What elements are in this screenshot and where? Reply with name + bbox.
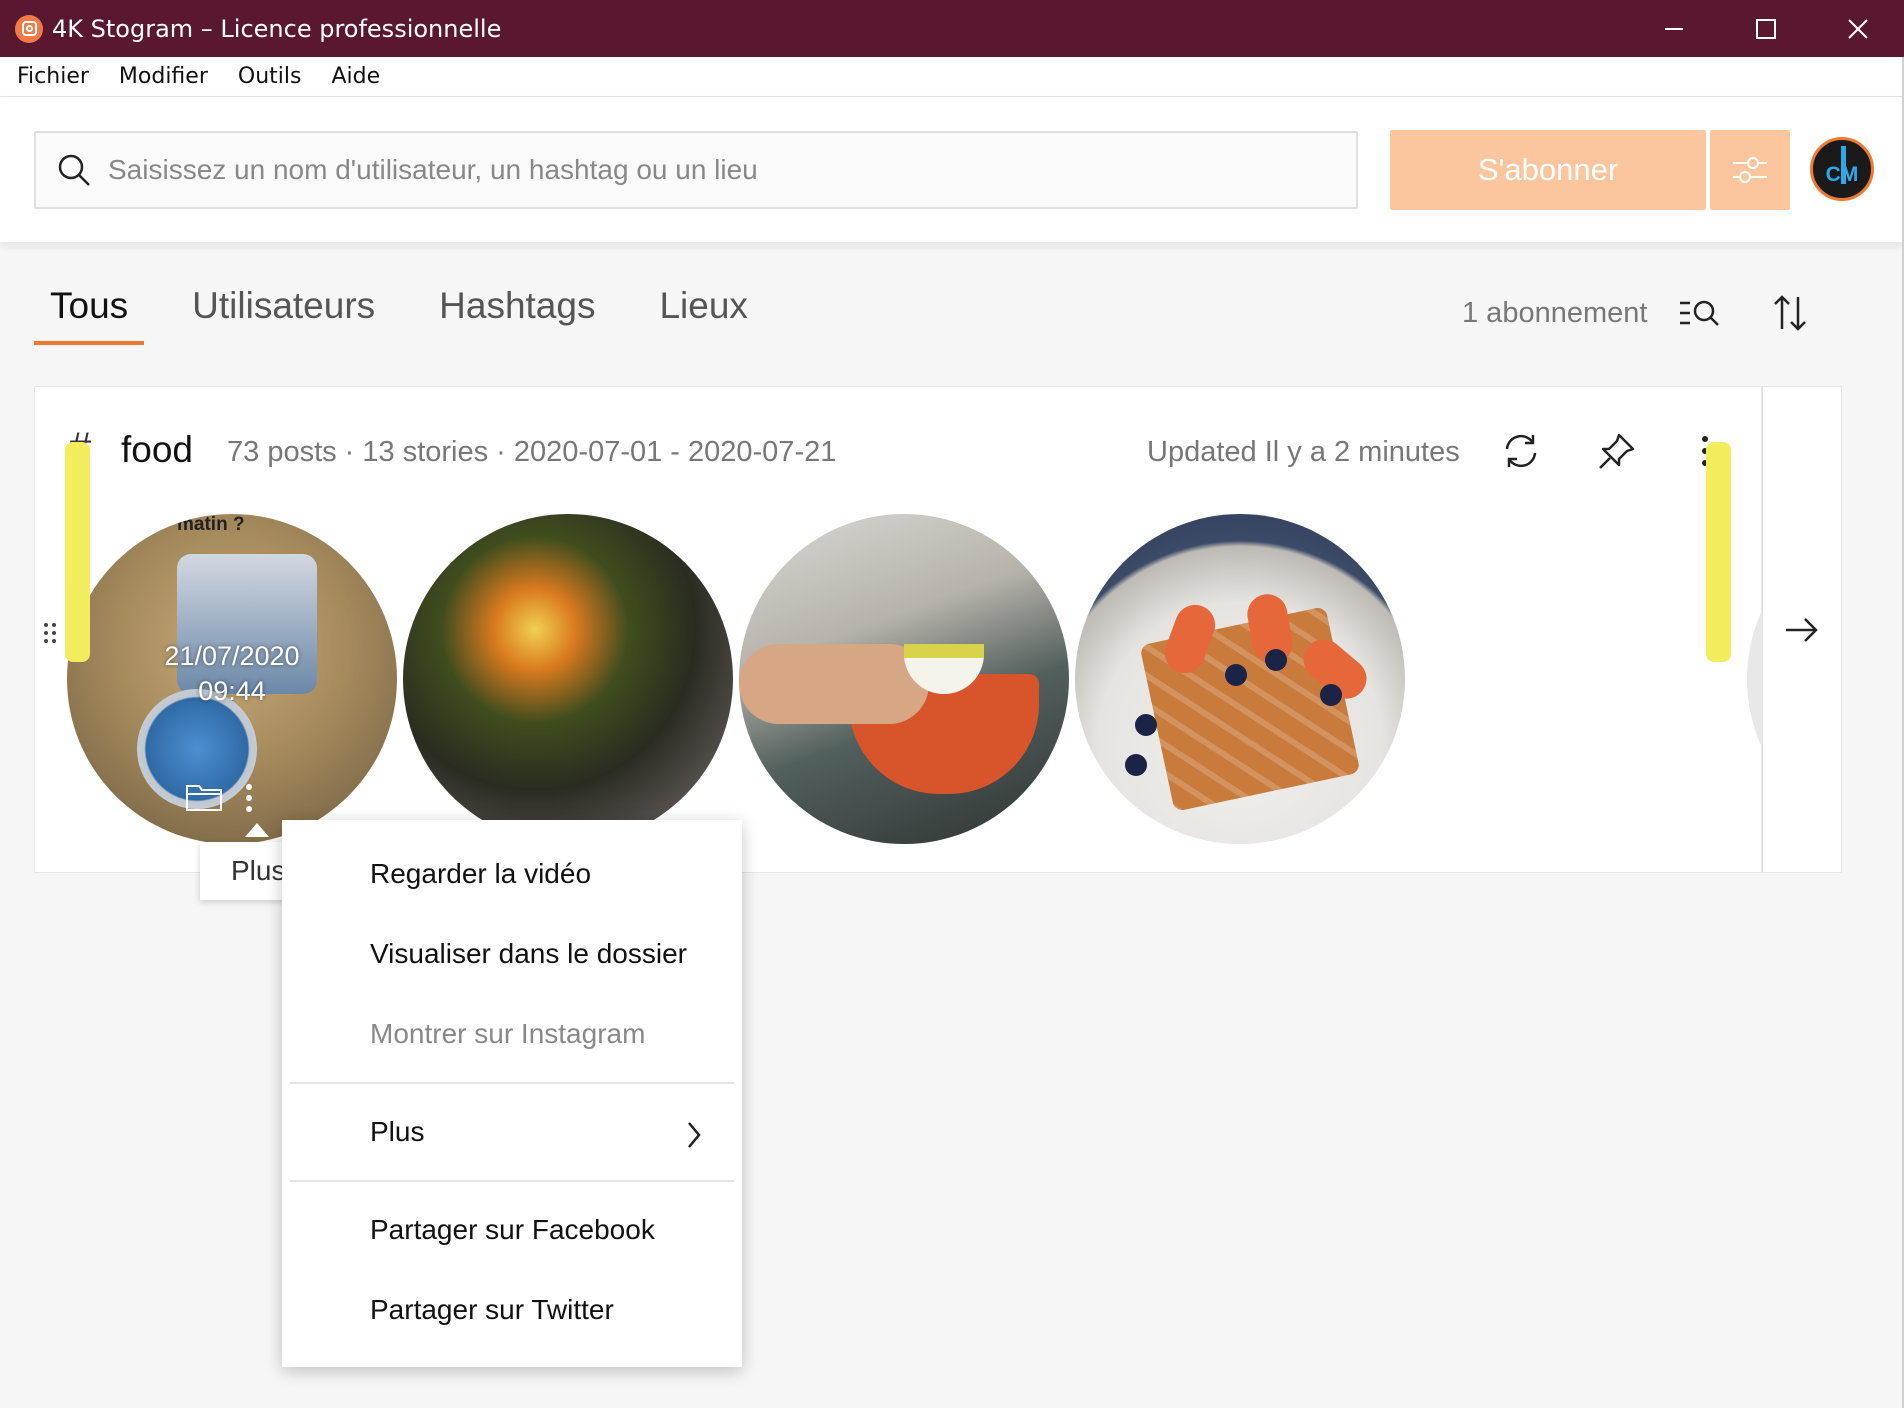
tab-hashtags[interactable]: Hashtags: [439, 285, 595, 345]
post-thumbnail[interactable]: [1075, 514, 1405, 844]
menu-item-share-facebook[interactable]: Partager sur Facebook: [370, 1214, 655, 1246]
menu-outils[interactable]: Outils: [223, 64, 317, 89]
close-icon: [1848, 18, 1868, 39]
avatar-initials: CM: [1825, 163, 1859, 186]
post-thumbnail[interactable]: [403, 514, 733, 844]
updated-status: Updated Il y a 2 minutes: [1147, 436, 1460, 468]
close-button[interactable]: [1812, 0, 1904, 57]
pin-icon[interactable]: [1597, 431, 1637, 471]
menu-item-show-on-instagram: Montrer sur Instagram: [370, 1018, 646, 1049]
menu-modifier[interactable]: Modifier: [104, 64, 223, 89]
title-bar: 4K Stogram – Licence professionnelle: [0, 0, 1904, 57]
folder-icon[interactable]: [185, 782, 223, 812]
tooltip: Plus: [200, 842, 290, 900]
window-title: 4K Stogram – Licence professionnelle: [52, 14, 502, 43]
app-logo-icon: [15, 14, 43, 43]
subscriptions-count: 1 abonnement: [1462, 297, 1648, 329]
avatar[interactable]: CM: [1810, 137, 1874, 201]
search-toolbar: S'abonner CM: [0, 97, 1904, 242]
tab-tous[interactable]: Tous: [34, 285, 145, 345]
post-thumbnail[interactable]: [739, 514, 1069, 844]
menu-item-more[interactable]: Plus: [370, 1116, 424, 1148]
arrow-right-icon: [1786, 617, 1818, 642]
more-options-icon[interactable]: [239, 779, 259, 819]
tab-utilisateurs[interactable]: Utilisateurs: [192, 285, 375, 345]
filter-settings-button[interactable]: [1710, 130, 1790, 210]
menu-bar: Fichier Modifier Outils Aide: [0, 57, 1904, 97]
post-date: 21/07/2020 09:44: [164, 641, 300, 706]
maximize-icon: [1756, 18, 1776, 39]
subscription-meta: 73 posts · 13 stories · 2020-07-01 - 202…: [227, 436, 837, 468]
thumbnail-caption: matin ?: [177, 514, 245, 535]
subscription-name[interactable]: food: [121, 429, 193, 471]
context-menu: Regarder la vidéo Visualiser dans le dos…: [282, 820, 742, 1367]
sort-icon[interactable]: [1772, 293, 1808, 333]
minimize-button[interactable]: [1628, 0, 1720, 57]
post-thumbnail[interactable]: matin ? 21/07/2020 09:44: [67, 514, 397, 844]
filter-tabs: Tous Utilisateurs Hashtags Lieux: [34, 285, 812, 345]
search-box[interactable]: [34, 131, 1358, 209]
menu-item-share-twitter[interactable]: Partager sur Twitter: [370, 1294, 614, 1326]
maximize-button[interactable]: [1720, 0, 1812, 57]
subscription-card: # food 73 posts · 13 stories · 2020-07-0…: [34, 386, 1797, 873]
menu-fichier[interactable]: Fichier: [0, 64, 104, 89]
menu-separator: [290, 1082, 734, 1084]
menu-item-watch-video[interactable]: Regarder la vidéo: [370, 858, 591, 890]
list-search-icon[interactable]: [1678, 293, 1722, 333]
search-input[interactable]: [108, 140, 1308, 200]
search-icon: [58, 154, 90, 186]
refresh-icon[interactable]: [1501, 431, 1541, 471]
tooltip-arrow: [245, 823, 269, 837]
menu-aide[interactable]: Aide: [316, 64, 395, 89]
chevron-right-icon: [688, 1122, 701, 1148]
drag-handle-icon[interactable]: [43, 621, 57, 645]
subscribe-button[interactable]: S'abonner: [1390, 130, 1706, 210]
next-posts-button[interactable]: [1762, 386, 1842, 873]
sliders-icon: [1733, 157, 1767, 183]
tab-lieux[interactable]: Lieux: [659, 285, 747, 345]
minimize-icon: [1665, 27, 1683, 30]
menu-item-show-in-folder[interactable]: Visualiser dans le dossier: [370, 938, 687, 970]
menu-separator: [290, 1180, 734, 1182]
